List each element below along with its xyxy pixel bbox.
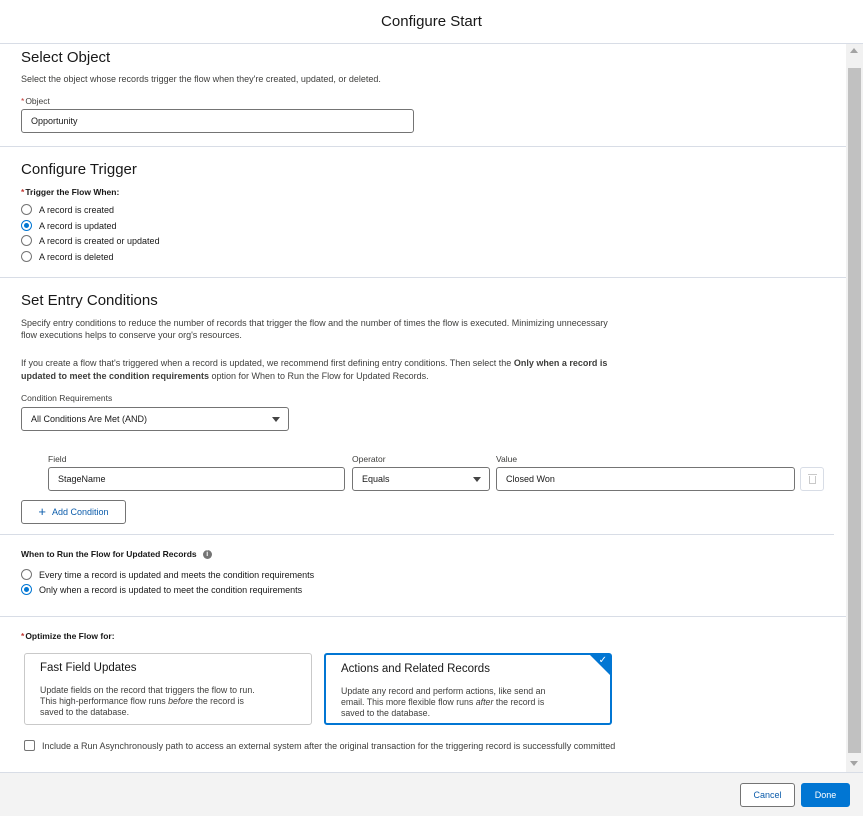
entry-conditions-title: Set Entry Conditions (21, 292, 158, 309)
card-description: Update fields on the record that trigger… (40, 685, 255, 717)
delete-condition-button[interactable] (800, 467, 824, 491)
condition-requirements-label: Condition Requirements (21, 393, 113, 403)
card-description: Update any record and perform actions, l… (341, 686, 546, 718)
run-option-only-when-met[interactable]: Only when a record is updated to meet th… (21, 584, 302, 595)
trash-icon (808, 474, 817, 475)
vertical-scrollbar[interactable] (846, 44, 863, 772)
condition-value-input[interactable]: Closed Won (496, 467, 795, 491)
radio-button[interactable] (21, 204, 32, 215)
checkmark-icon: ✓ (598, 655, 607, 666)
trigger-option-created[interactable]: A record is created (21, 204, 114, 215)
modal-body: Select Object Select the object whose re… (0, 44, 846, 772)
value-label: Value (496, 454, 518, 464)
modal-header: Configure Start (0, 0, 863, 44)
trigger-option-updated[interactable]: A record is updated (21, 220, 117, 231)
entry-conditions-desc-line2: flow executions helps to conserve your o… (21, 330, 242, 340)
divider (0, 146, 846, 147)
divider (0, 277, 846, 278)
chevron-down-icon (473, 477, 481, 482)
modal-title: Configure Start (381, 13, 482, 30)
scrollbar-thumb[interactable] (848, 68, 861, 753)
field-label: Field (48, 454, 67, 464)
configure-trigger-title: Configure Trigger (21, 161, 137, 178)
actions-related-records-card[interactable]: Actions and Related Records Update any r… (324, 653, 612, 725)
fast-field-updates-card[interactable]: Fast Field Updates Update fields on the … (24, 653, 312, 725)
done-button[interactable]: Done (801, 783, 850, 807)
add-condition-button[interactable]: + Add Condition (21, 500, 126, 524)
card-title: Fast Field Updates (40, 662, 137, 674)
info-icon[interactable]: i (202, 550, 212, 560)
operator-label: Operator (352, 454, 386, 464)
scroll-down-icon[interactable] (850, 761, 858, 766)
radio-button[interactable] (21, 569, 32, 580)
radio-button-checked[interactable] (21, 584, 32, 595)
modal-footer: Cancel Done (0, 772, 863, 816)
required-marker: * (21, 96, 25, 106)
optimize-label: *Optimize the Flow for: (21, 631, 115, 641)
run-option-every-time[interactable]: Every time a record is updated and meets… (21, 569, 314, 580)
trigger-option-deleted[interactable]: A record is deleted (21, 251, 114, 262)
condition-field-input[interactable]: StageName (48, 467, 345, 491)
condition-operator-select[interactable]: Equals (352, 467, 490, 491)
object-label: *Object (21, 96, 50, 106)
radio-button-checked[interactable] (21, 220, 32, 231)
divider (0, 616, 846, 617)
condition-requirements-select[interactable]: All Conditions Are Met (AND) (21, 407, 289, 431)
object-input[interactable]: Opportunity (21, 109, 414, 133)
trigger-when-label: *Trigger the Flow When: (21, 187, 120, 197)
plus-icon: + (38, 504, 47, 519)
entry-conditions-recommend-line2: updated to meet the condition requiremen… (21, 371, 429, 381)
radio-button[interactable] (21, 251, 32, 262)
entry-conditions-recommend-line1: If you create a flow that's triggered wh… (21, 358, 608, 368)
cancel-button[interactable]: Cancel (740, 783, 795, 807)
chevron-down-icon (272, 417, 280, 422)
run-async-checkbox[interactable] (24, 740, 35, 751)
radio-button[interactable] (21, 235, 32, 246)
select-object-title: Select Object (21, 49, 111, 66)
trigger-option-created-or-updated[interactable]: A record is created or updated (21, 235, 160, 246)
entry-conditions-desc-line1: Specify entry conditions to reduce the n… (21, 318, 608, 328)
when-to-run-label: When to Run the Flow for Updated Records… (21, 549, 212, 560)
run-async-label: Include a Run Asynchronously path to acc… (42, 741, 616, 751)
select-object-description: Select the object whose records trigger … (21, 74, 381, 84)
card-title: Actions and Related Records (341, 663, 490, 675)
scroll-up-icon[interactable] (850, 48, 858, 53)
divider (0, 534, 834, 535)
